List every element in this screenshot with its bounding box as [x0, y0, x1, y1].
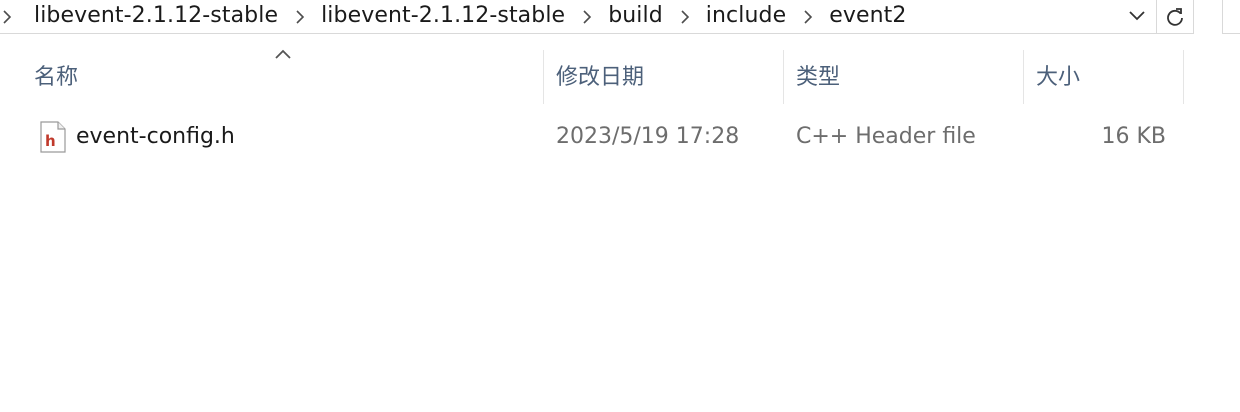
- header-file-icon: h: [40, 121, 66, 153]
- chevron-right-icon[interactable]: [0, 2, 14, 32]
- file-date-modified: 2023/5/19 17:28: [556, 124, 740, 149]
- column-divider[interactable]: [543, 50, 544, 104]
- sort-ascending-icon: [275, 49, 291, 59]
- column-header-name[interactable]: 名称: [34, 58, 78, 98]
- address-history-dropdown[interactable]: [1120, 2, 1154, 30]
- chevron-right-icon[interactable]: [576, 2, 598, 32]
- refresh-icon: [1167, 7, 1183, 26]
- chevron-right-icon[interactable]: [674, 2, 696, 32]
- breadcrumb-item-current[interactable]: event2: [819, 2, 917, 32]
- file-type: C++ Header file: [796, 124, 976, 149]
- column-divider[interactable]: [783, 50, 784, 104]
- breadcrumb-item[interactable]: build: [598, 2, 674, 32]
- column-header-size[interactable]: 大小: [1036, 58, 1080, 98]
- file-row[interactable]: h event-config.h 2023/5/19 17:28 C++ Hea…: [30, 112, 1180, 162]
- column-header-date-modified[interactable]: 修改日期: [556, 58, 644, 98]
- file-size: 16 KB: [1101, 124, 1166, 149]
- chevron-down-icon: [1129, 11, 1145, 21]
- column-divider[interactable]: [1183, 50, 1184, 104]
- column-divider[interactable]: [1023, 50, 1024, 104]
- file-explorer-view: libevent-2.1.12-stable libevent-2.1.12-s…: [0, 0, 1240, 412]
- breadcrumb-item[interactable]: libevent-2.1.12-stable: [311, 2, 576, 32]
- refresh-button[interactable]: [1156, 0, 1194, 34]
- search-box[interactable]: [1222, 0, 1240, 34]
- chevron-right-icon[interactable]: [289, 2, 311, 32]
- chevron-right-icon[interactable]: [797, 2, 819, 32]
- breadcrumb-item[interactable]: libevent-2.1.12-stable: [24, 2, 289, 32]
- svg-text:h: h: [45, 132, 56, 150]
- address-bar[interactable]: libevent-2.1.12-stable libevent-2.1.12-s…: [0, 0, 1156, 34]
- file-name[interactable]: event-config.h: [76, 112, 235, 162]
- column-header-type[interactable]: 类型: [796, 58, 840, 98]
- breadcrumb-item[interactable]: include: [696, 2, 797, 32]
- column-header-row: 名称 修改日期 类型 大小: [0, 44, 1240, 104]
